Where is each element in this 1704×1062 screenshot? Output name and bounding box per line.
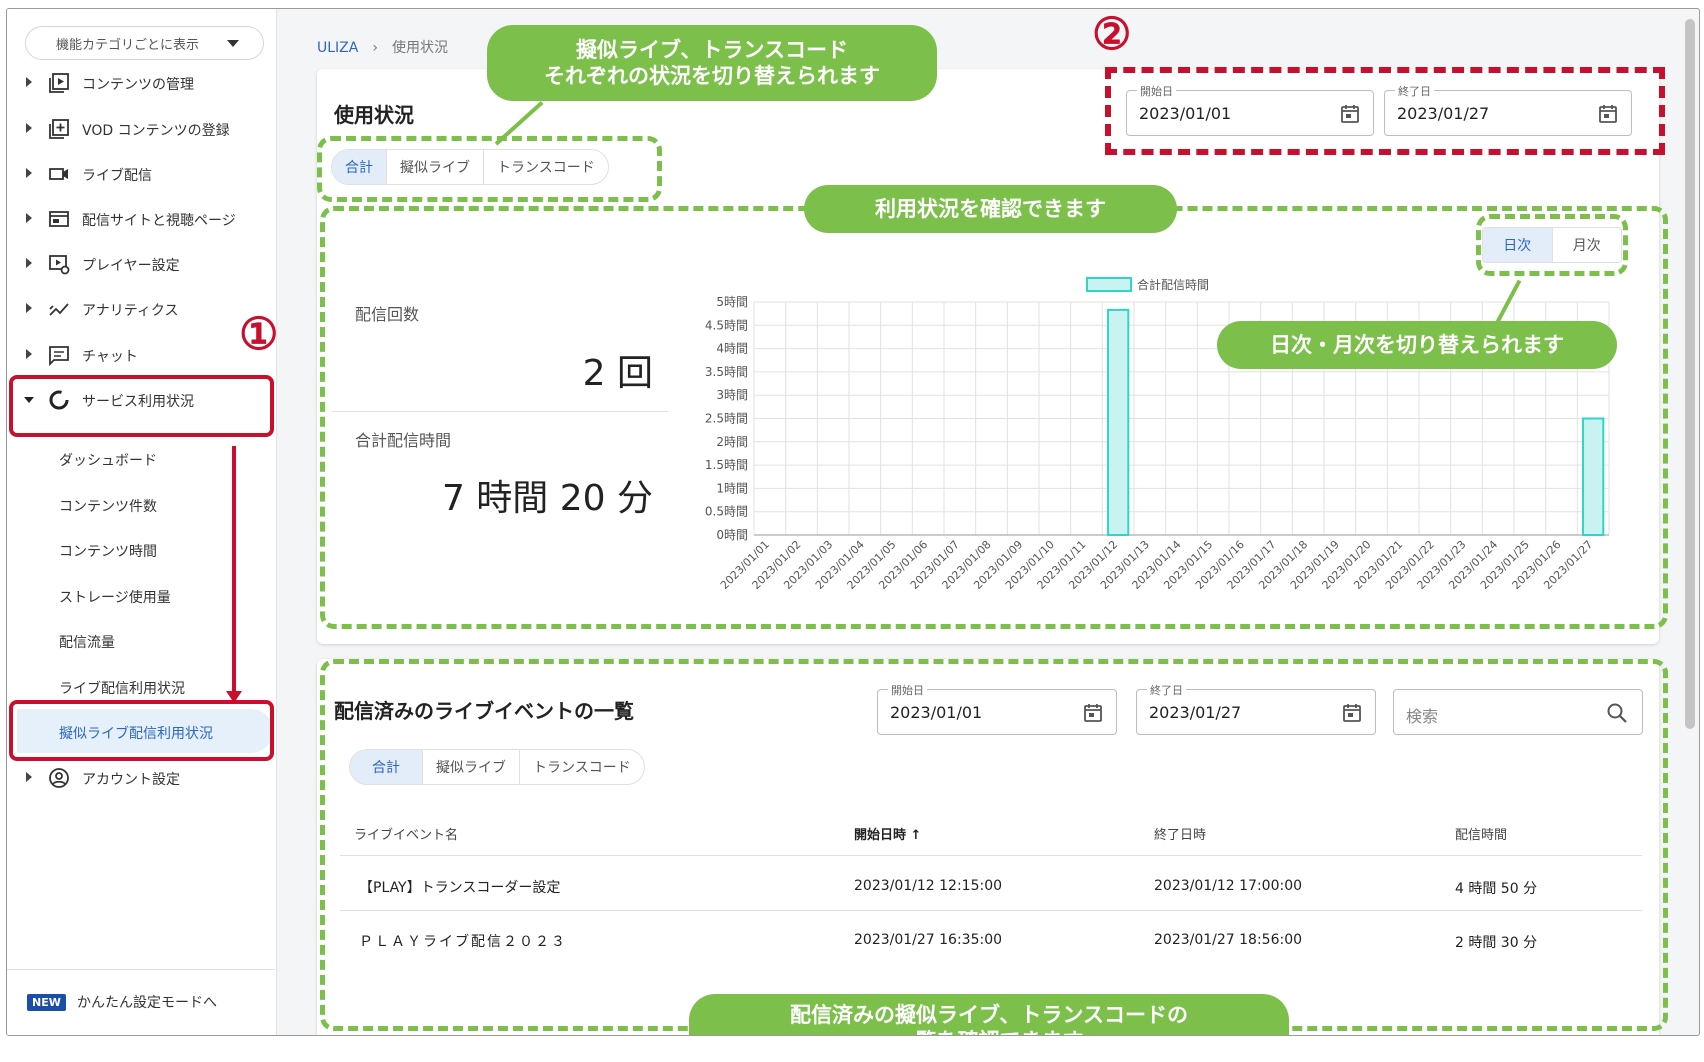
annotation-highlight-dates [1105, 67, 1665, 155]
sidebar-item-label: チャット [82, 349, 138, 365]
app-window: 機能カテゴリごとに表示 コンテンツの管理 VOD コンテンツの登録 ライブ配信 … [6, 8, 1700, 1036]
annotation-box-events [320, 659, 1668, 1031]
category-select[interactable]: 機能カテゴリごとに表示 [25, 26, 264, 60]
video-library-icon [47, 72, 71, 94]
simple-mode-label: かんたん設定モードへ [77, 995, 217, 1011]
annotation-number-1: ① [239, 309, 279, 360]
sub-item-dashboard[interactable]: ダッシュボード [59, 450, 157, 470]
annotation-box-period [1476, 214, 1628, 276]
callout-list: 配信済みの擬似ライブ、トランスコードの 一覧を確認できます [689, 994, 1289, 1035]
sidebar-item-analytics[interactable]: アナリティクス [7, 289, 275, 329]
callout-usage-text: 利用状況を確認できます [875, 196, 1106, 221]
sidebar-item-label: ライブ配信 [82, 168, 152, 184]
sub-item-storage[interactable]: ストレージ使用量 [59, 587, 171, 607]
annotation-arrowhead [226, 691, 242, 703]
page-title: 使用状況 [334, 103, 414, 127]
sidebar: 機能カテゴリごとに表示 コンテンツの管理 VOD コンテンツの登録 ライブ配信 … [7, 9, 277, 1035]
chat-icon [47, 344, 71, 366]
annotation-number-2: ② [1092, 9, 1132, 60]
callout-usage: 利用状況を確認できます [804, 185, 1177, 233]
category-select-label: 機能カテゴリごとに表示 [56, 37, 200, 53]
sidebar-item-label: コンテンツの管理 [82, 77, 194, 93]
sidebar-item-chat[interactable]: チャット [7, 335, 275, 375]
new-badge: NEW [27, 994, 66, 1011]
sidebar-item-vod-register[interactable]: VOD コンテンツの登録 [7, 109, 275, 149]
sub-item-traffic[interactable]: 配信流量 [59, 632, 115, 652]
sidebar-item-account[interactable]: アカウント設定 [7, 758, 275, 798]
web-page-icon [47, 208, 71, 230]
player-settings-icon [47, 253, 71, 275]
callout-list-line2: 一覧を確認できます [895, 1028, 1084, 1035]
analytics-icon [47, 298, 71, 320]
sidebar-item-live[interactable]: ライブ配信 [7, 154, 275, 194]
videocam-icon [47, 163, 71, 185]
annotation-box-usage [320, 206, 1668, 629]
breadcrumb-separator: › [372, 40, 378, 56]
sub-item-live-usage[interactable]: ライブ配信利用状況 [59, 678, 185, 698]
sidebar-item-player[interactable]: プレイヤー設定 [7, 244, 275, 284]
chevron-right-icon [26, 303, 32, 313]
callout-period: 日次・月次を切り替えられます [1217, 321, 1617, 369]
chevron-right-icon [26, 168, 32, 178]
callout-tabs-line1: 擬似ライブ、トランスコード [576, 37, 848, 62]
chevron-right-icon [26, 772, 32, 782]
chevron-down-icon [227, 40, 239, 47]
callout-tabs: 擬似ライブ、トランスコード それぞれの状況を切り替えられます [487, 25, 937, 101]
simple-mode-link[interactable]: NEW かんたん設定モードへ [7, 969, 275, 1035]
account-circle-icon [47, 767, 71, 789]
callout-period-text: 日次・月次を切り替えられます [1270, 332, 1564, 357]
chevron-right-icon [26, 123, 32, 133]
callout-tabs-line2: それぞれの状況を切り替えられます [544, 64, 880, 88]
sidebar-item-content-management[interactable]: コンテンツの管理 [7, 63, 275, 103]
sub-item-content-time[interactable]: コンテンツ時間 [59, 541, 157, 561]
chevron-right-icon [26, 213, 32, 223]
sub-item-content-count[interactable]: コンテンツ件数 [59, 496, 157, 516]
chevron-right-icon [26, 349, 32, 359]
sidebar-item-label: アカウント設定 [82, 772, 180, 788]
scrollbar[interactable] [1685, 19, 1695, 729]
add-box-icon [47, 118, 71, 140]
breadcrumb-home-link[interactable]: ULIZA [317, 40, 358, 56]
chevron-right-icon [26, 258, 32, 268]
breadcrumb-current: 使用状況 [391, 40, 448, 56]
sidebar-item-label: アナリティクス [82, 303, 179, 319]
annotation-highlight-pseudo-live [9, 700, 274, 761]
sidebar-item-label: プレイヤー設定 [82, 258, 180, 274]
sidebar-item-label: 配信サイトと視聴ページ [82, 213, 236, 229]
sidebar-item-sites[interactable]: 配信サイトと視聴ページ [7, 199, 275, 239]
annotation-arrow [232, 446, 236, 696]
annotation-box-tabs [317, 136, 662, 202]
annotation-highlight-service-usage [9, 375, 274, 437]
sidebar-item-label: VOD コンテンツの登録 [82, 123, 230, 139]
callout-list-line1: 配信済みの擬似ライブ、トランスコードの [790, 1002, 1188, 1027]
breadcrumb: ULIZA › 使用状況 [317, 37, 448, 57]
chevron-right-icon [26, 77, 32, 87]
